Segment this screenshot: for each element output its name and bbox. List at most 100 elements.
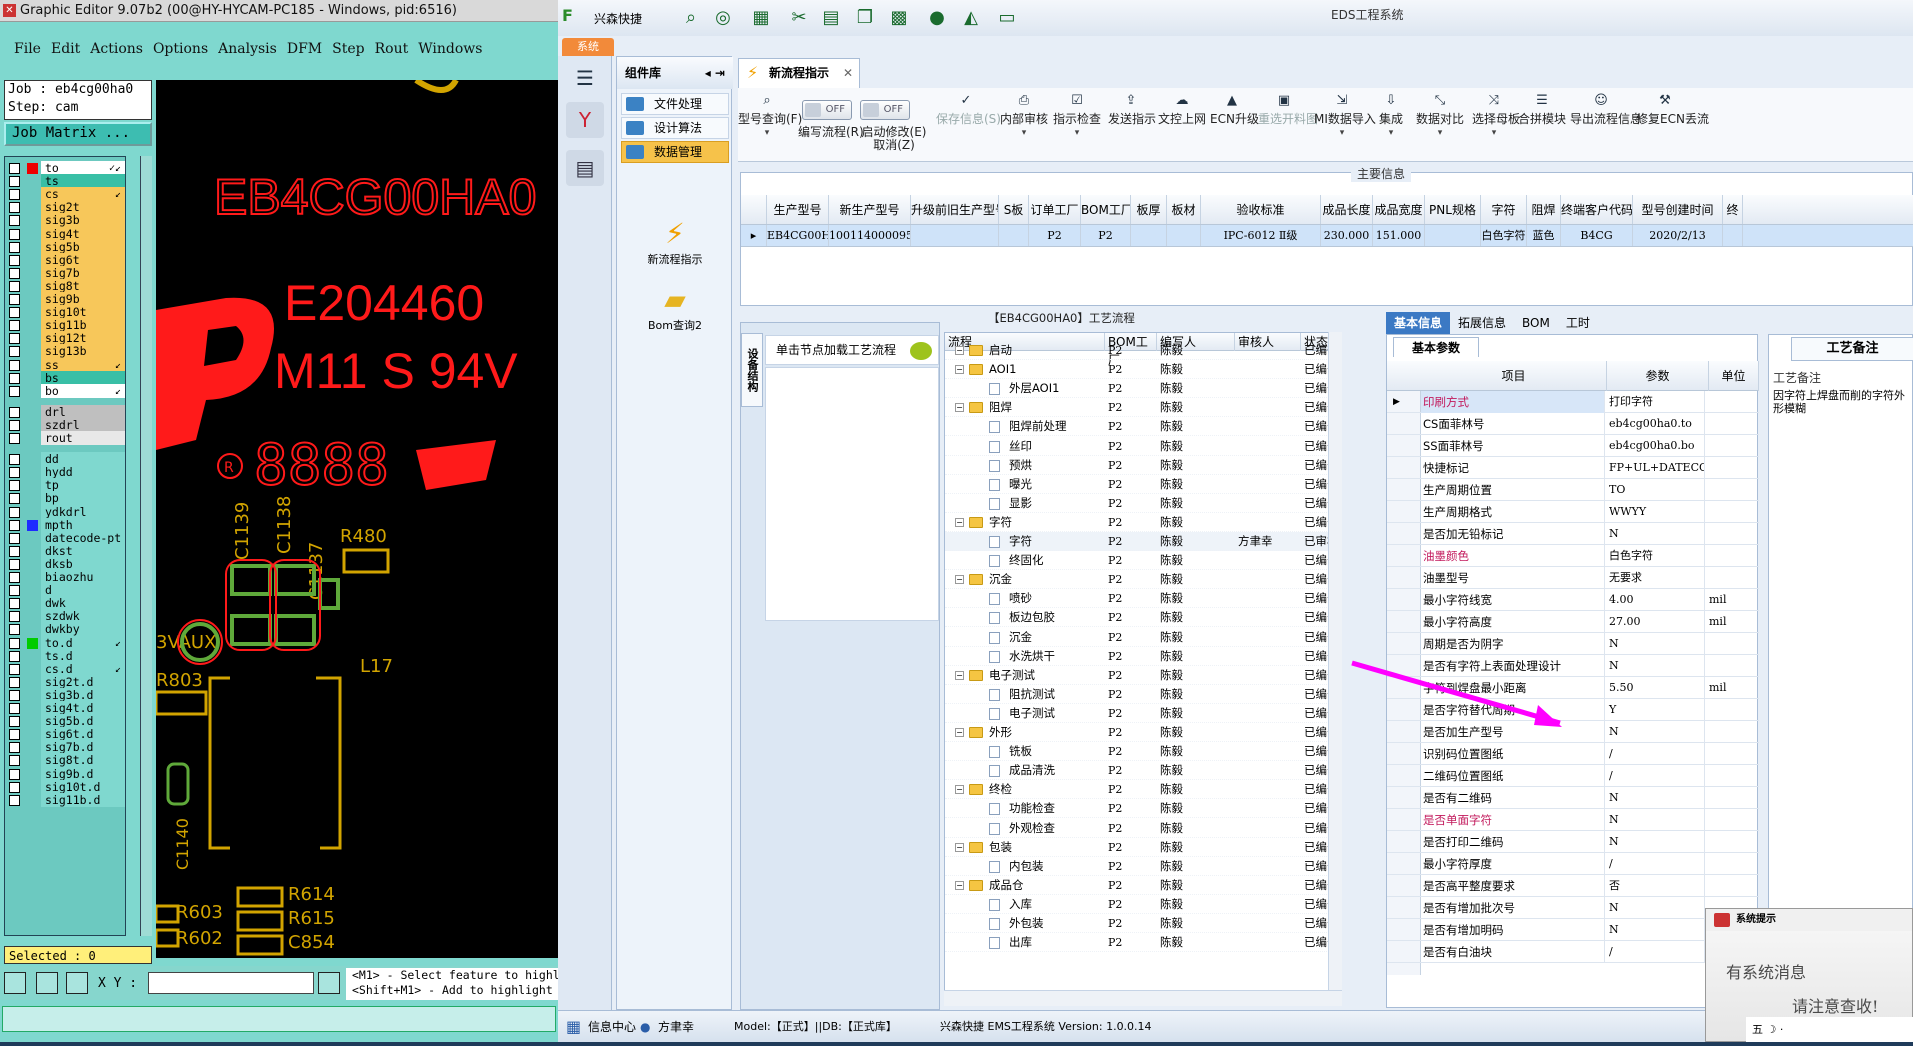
- layer-checkbox[interactable]: [9, 781, 20, 793]
- tab-new-flow[interactable]: ⚡ 新流程指示 ✕: [738, 58, 860, 88]
- layer-name[interactable]: dkst: [41, 543, 125, 558]
- toolbar-11[interactable]: ⇩ 集成 ▾: [1374, 92, 1408, 152]
- dropdown-arrow-icon[interactable]: ▾: [1472, 127, 1516, 139]
- tree-row[interactable]: − 电子测试 P2 陈毅 已编号: [945, 666, 1341, 685]
- layer-checkbox[interactable]: [9, 254, 20, 266]
- layer-checkbox[interactable]: [9, 385, 20, 397]
- tree-row[interactable]: − 启动 P2 陈毅 已编号: [945, 341, 1341, 360]
- monitor-icon[interactable]: ▭: [994, 6, 1020, 30]
- basic-param-row[interactable]: 生产周期格式 WWYY: [1387, 501, 1759, 523]
- ime-toolbar[interactable]: 五 ☽ ·: [1746, 1017, 1913, 1043]
- scissors-icon[interactable]: ✂: [786, 6, 812, 30]
- param-value[interactable]: /: [1607, 765, 1705, 787]
- main-col-header[interactable]: 终端客户代码: [1561, 195, 1633, 224]
- layer-name[interactable]: dwk: [41, 596, 125, 611]
- tree-row[interactable]: 终固化 P2 陈毅 已编号: [945, 551, 1341, 571]
- tree-row[interactable]: 外层AOI1 P2 陈毅 已编号: [945, 379, 1341, 399]
- layer-checkbox[interactable]: [9, 454, 20, 466]
- layer-name[interactable]: sig9b.d: [41, 766, 125, 781]
- tree-row[interactable]: − AOI1 P2 陈毅 已编号: [945, 360, 1341, 380]
- xy-input[interactable]: [148, 972, 314, 994]
- tree-row[interactable]: 预烘 P2 陈毅 已编号: [945, 456, 1341, 475]
- basic-param-row[interactable]: CS面菲林号 eb4cg00ha0.to: [1387, 413, 1759, 435]
- layer-name[interactable]: sig7b: [41, 265, 125, 280]
- main-col-header[interactable]: S板: [999, 195, 1029, 224]
- tab-basic-info-1[interactable]: 拓展信息: [1450, 312, 1514, 334]
- tree-row[interactable]: 入库 P2 陈毅 已编号: [945, 895, 1341, 914]
- tree-row[interactable]: 铣板 P2 陈毅 已编号: [945, 742, 1341, 762]
- layer-name[interactable]: sig9b: [41, 292, 125, 306]
- main-col-header[interactable]: 阻焊: [1527, 195, 1561, 224]
- layer-name[interactable]: bo: [41, 383, 125, 398]
- toolbar-10[interactable]: ⇲ MI数据导入 ▾: [1314, 92, 1376, 152]
- layer-name[interactable]: bp: [41, 491, 125, 506]
- job-matrix-button[interactable]: Job Matrix ...: [4, 122, 152, 146]
- toolbar-16[interactable]: ⚒ 修复ECN丢流: [1636, 92, 1709, 152]
- menu-step[interactable]: Step: [332, 34, 364, 64]
- main-cell[interactable]: [911, 225, 999, 246]
- layer-checkbox[interactable]: [9, 176, 20, 188]
- layer-name[interactable]: dksb: [41, 556, 125, 571]
- layer-checkbox[interactable]: [9, 519, 20, 531]
- system-notification[interactable]: 系统提示 有系统消息 请注意查收! 五 ☽ ·: [1705, 908, 1913, 1043]
- layer-name[interactable]: datecode-pt: [41, 530, 125, 545]
- basic-param-row[interactable]: 是否单面字符 N: [1387, 809, 1759, 831]
- layer-name[interactable]: ts: [41, 174, 125, 189]
- lifebuoy-icon[interactable]: ◎: [710, 6, 736, 30]
- process-notes-tab[interactable]: 工艺备注: [1791, 337, 1913, 361]
- layer-name[interactable]: sig2t.d: [41, 674, 125, 689]
- param-value[interactable]: Y: [1607, 699, 1705, 721]
- param-value[interactable]: FP+UL+DATECODE: [1607, 457, 1705, 479]
- message-center[interactable]: 信息中心: [588, 1011, 636, 1043]
- main-cell[interactable]: B4CG: [1561, 225, 1633, 246]
- tree-row[interactable]: − 沉金 P2 陈毅 已编号: [945, 570, 1341, 590]
- dropdown-arrow-icon[interactable]: ▾: [1374, 127, 1408, 139]
- layer-name[interactable]: tp: [41, 478, 125, 493]
- tree-row[interactable]: 功能检查 P2 陈毅 已编号: [945, 799, 1341, 819]
- main-cell[interactable]: 白色字符: [1481, 225, 1527, 246]
- tree-row[interactable]: 显影 P2 陈毅 已编号: [945, 494, 1341, 513]
- toolbar-7[interactable]: ☁ 文控上网: [1158, 92, 1206, 152]
- layer-checkbox[interactable]: [9, 598, 20, 610]
- layer-name[interactable]: hydd: [41, 465, 125, 480]
- row-indicator[interactable]: ▸: [741, 225, 767, 246]
- main-cell[interactable]: 蓝色: [1527, 225, 1561, 246]
- main-cell[interactable]: [999, 225, 1029, 246]
- layer-checkbox[interactable]: [9, 703, 20, 714]
- layer-name[interactable]: cs.d: [41, 661, 125, 676]
- basic-col-header[interactable]: 项目: [1421, 361, 1607, 391]
- toolbar-9[interactable]: ▣ 重选开料图: [1258, 92, 1318, 152]
- param-value[interactable]: N: [1607, 831, 1705, 853]
- basic-param-row[interactable]: ▶ 印刷方式 打印字符: [1387, 391, 1759, 413]
- toolbar-0[interactable]: ⌕ 型号查询(F) ▾: [738, 92, 802, 152]
- tree-row[interactable]: 出库 P2 陈毅 已编号: [945, 933, 1341, 953]
- layer-checkbox[interactable]: [9, 189, 20, 201]
- layer-checkbox[interactable]: [9, 241, 20, 253]
- user-icon[interactable]: ●: [924, 6, 950, 30]
- layer-name[interactable]: sig10t.d: [41, 779, 125, 794]
- toggle-switch[interactable]: OFF: [860, 100, 910, 120]
- expand-toggle-icon[interactable]: −: [955, 403, 964, 413]
- layer-name[interactable]: sig13b: [41, 344, 125, 359]
- bom-query-item[interactable]: ▰ Bom查询2: [635, 283, 715, 333]
- component-item[interactable]: 设计算法: [621, 117, 729, 139]
- main-cell[interactable]: P2: [1029, 225, 1081, 246]
- film-icon[interactable]: ▤: [818, 6, 844, 30]
- layer-name[interactable]: sig12t: [41, 331, 125, 346]
- main-col-header[interactable]: 型号创建时间: [1633, 195, 1723, 224]
- toolbar-5[interactable]: ☑ 指示检查 ▾: [1050, 92, 1104, 152]
- param-value[interactable]: N: [1607, 897, 1705, 919]
- zoom-box-icon[interactable]: [4, 972, 26, 994]
- layer-name[interactable]: biaozhu: [41, 570, 125, 584]
- tree-row[interactable]: − 包装 P2 陈毅 已编号: [945, 838, 1341, 857]
- main-cell[interactable]: [1167, 225, 1201, 246]
- param-value[interactable]: /: [1607, 941, 1705, 963]
- basic-param-row[interactable]: 是否打印二维码 N: [1387, 831, 1759, 853]
- main-col-header[interactable]: 验收标准: [1201, 195, 1321, 224]
- param-value[interactable]: 无要求: [1607, 567, 1705, 589]
- tree-row[interactable]: − 外形 P2 陈毅 已编号: [945, 723, 1341, 742]
- layer-checkbox[interactable]: [9, 545, 20, 557]
- layer-checkbox[interactable]: [9, 650, 20, 662]
- process-notes-text[interactable]: 因字符上焊盘而削的字符外形模糊: [1773, 389, 1913, 415]
- main-cell[interactable]: EB4CG00HA0: [767, 225, 829, 246]
